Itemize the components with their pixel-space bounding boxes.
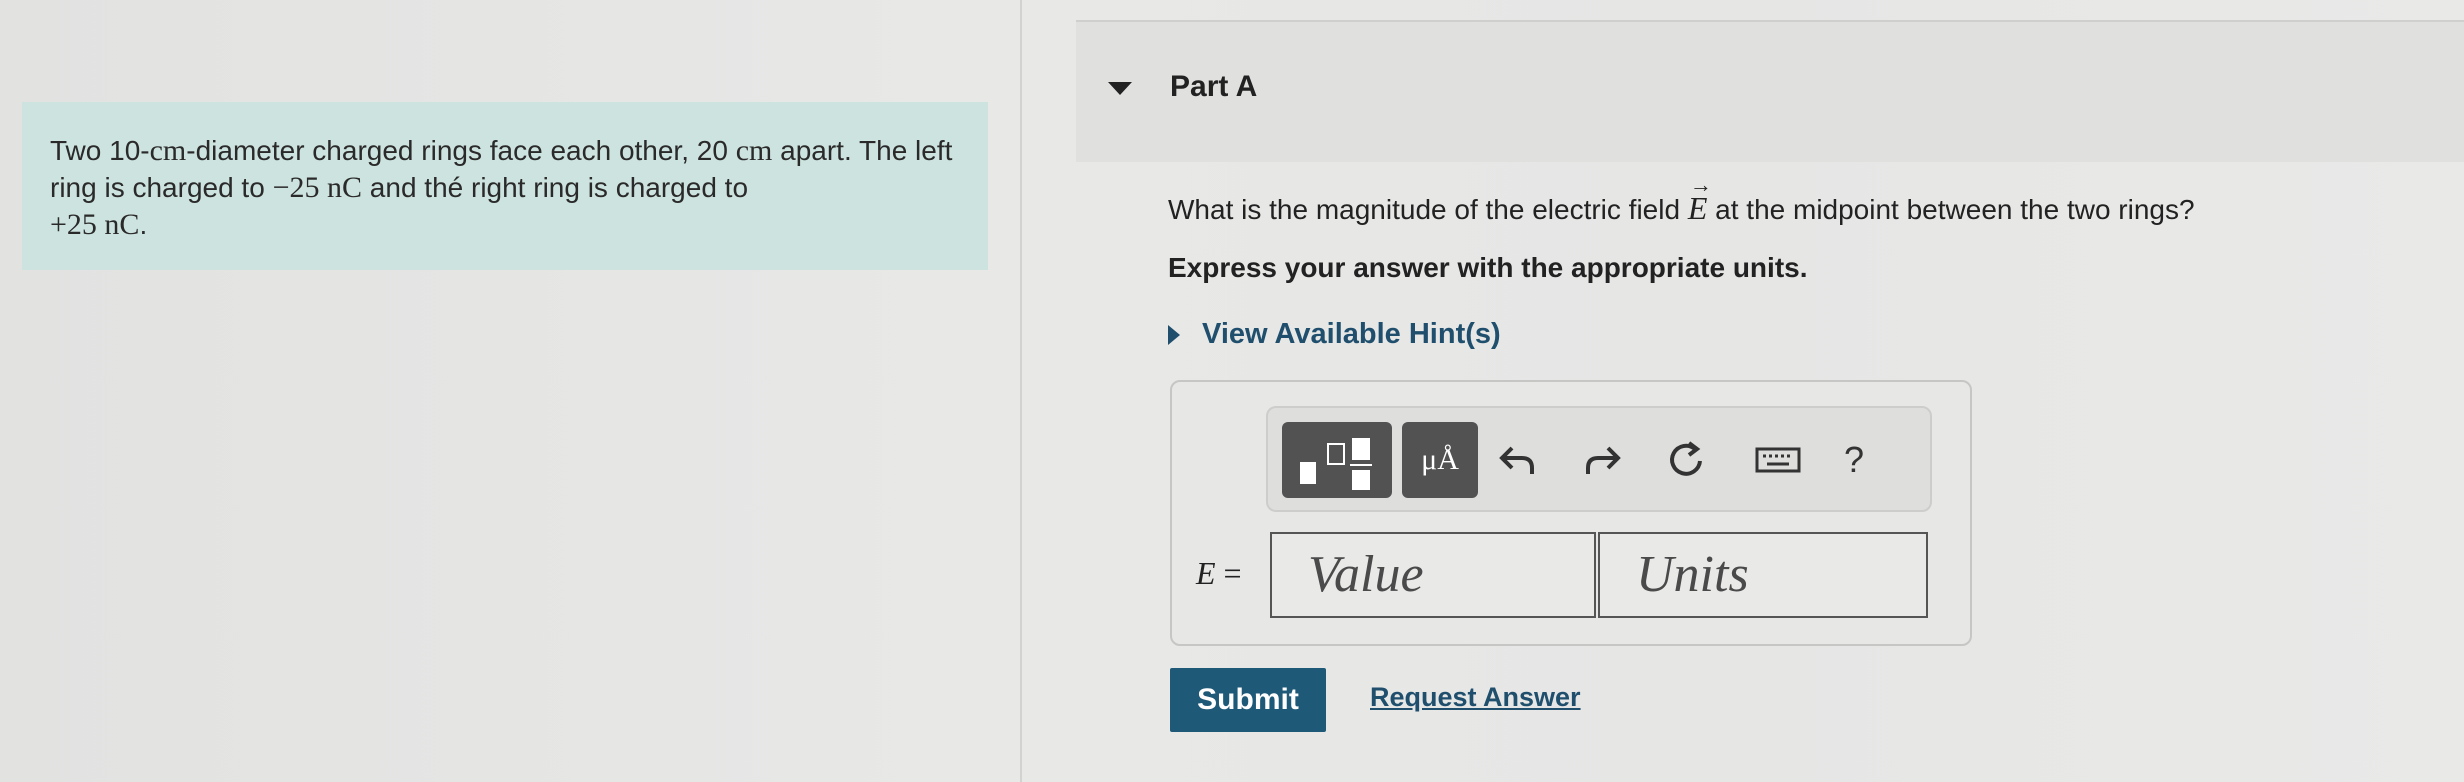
equals-sign: = [1215, 555, 1242, 591]
problem-statement: Two 10-cm-diameter charged rings face ea… [22, 102, 988, 270]
question-suffix: at the midpoint between the two rings? [1707, 194, 2195, 225]
redo-icon[interactable] [1574, 428, 1630, 492]
expand-triangle-icon [1168, 324, 1180, 345]
units-input[interactable]: Units [1598, 532, 1928, 618]
problem-math-unit: cm [735, 134, 773, 167]
problem-text: Two 10- [50, 135, 150, 166]
reset-icon[interactable] [1658, 428, 1714, 492]
problem-text: and thé right ring is charged to [362, 172, 749, 203]
answer-variable-label: E = [1196, 555, 1242, 592]
help-button[interactable]: ? [1826, 428, 1882, 492]
undo-icon[interactable] [1490, 428, 1546, 492]
part-header-band [1076, 22, 2464, 162]
collapse-caret-icon[interactable] [1108, 82, 1132, 95]
answer-instruction: Express your answer with the appropriate… [1168, 252, 1808, 283]
submit-button[interactable]: Submit [1170, 668, 1326, 732]
math-toolbar: μÅ ? [1266, 406, 1932, 512]
view-hints-label: View Available Hint(s) [1202, 318, 1501, 350]
vector-e-symbol: E [1688, 190, 1708, 226]
problem-math-charge-left: −25 nC [272, 171, 363, 204]
value-input[interactable]: Value [1270, 532, 1596, 618]
problem-math-charge-right: +25 nC [50, 208, 140, 241]
units-button[interactable]: μÅ [1402, 422, 1478, 498]
problem-text: . [139, 209, 148, 240]
templates-icon [1300, 438, 1372, 490]
templates-button[interactable] [1282, 422, 1392, 498]
question-text: What is the magnitude of the electric fi… [1168, 190, 2195, 227]
problem-text: -diameter charged rings face each other,… [186, 135, 736, 166]
answer-variable: E [1196, 555, 1216, 591]
question-prefix: What is the magnitude of the electric fi… [1168, 194, 1688, 225]
part-divider [1076, 20, 2464, 22]
column-divider [1020, 0, 1022, 782]
problem-math-unit: cm [149, 134, 187, 167]
part-title: Part A [1170, 70, 1258, 103]
page: Two 10-cm-diameter charged rings face ea… [0, 0, 2464, 782]
view-hints-toggle[interactable]: View Available Hint(s) [1168, 318, 1501, 351]
request-answer-link[interactable]: Request Answer [1370, 682, 1581, 713]
keyboard-icon[interactable] [1742, 428, 1814, 492]
